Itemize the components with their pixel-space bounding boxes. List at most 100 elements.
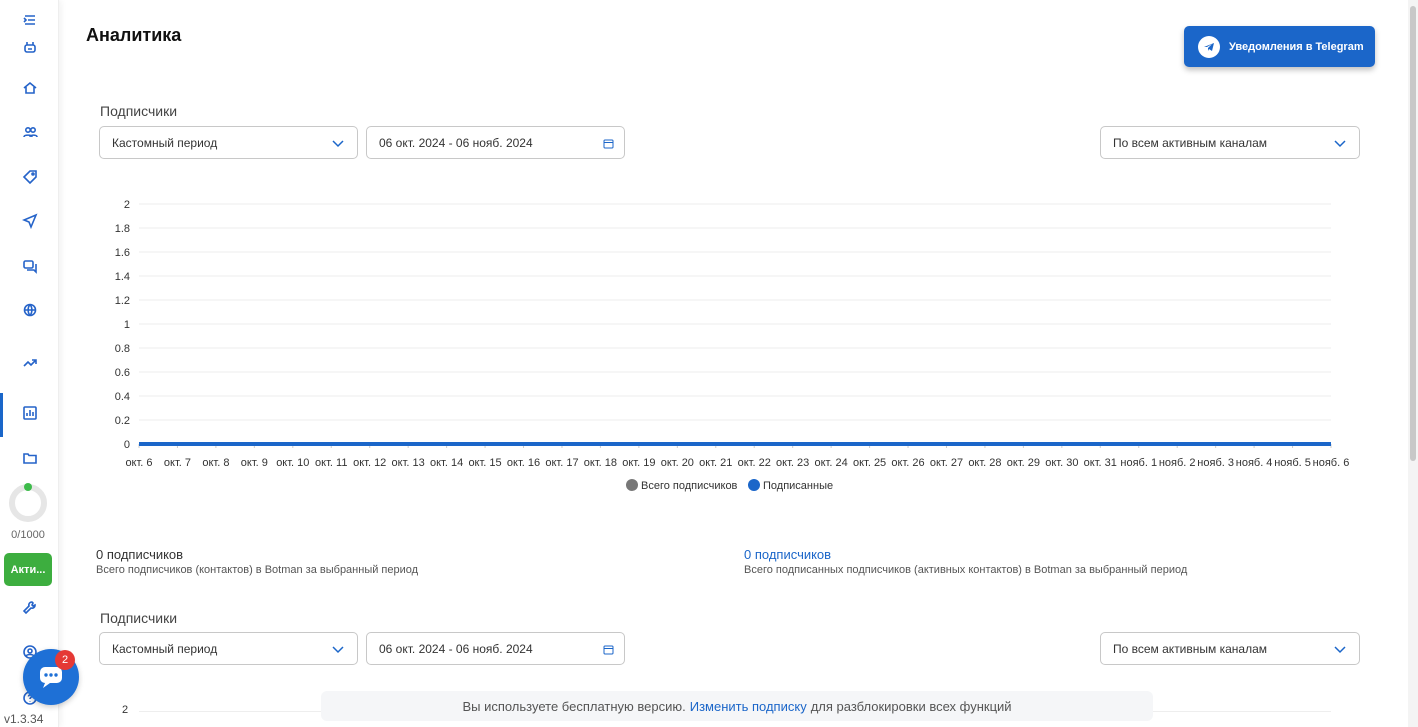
x-tick-label: окт. 29 — [1007, 457, 1040, 469]
legend-marker — [626, 479, 638, 491]
sidebar-item-chats[interactable] — [0, 246, 59, 286]
y-tick-label: 0.4 — [115, 391, 130, 403]
page-title: Аналитика — [86, 25, 182, 45]
y-tick-label: 0.2 — [115, 415, 130, 427]
channel-select-2[interactable]: По всем активным каналам — [1100, 632, 1360, 665]
bar-chart-icon — [22, 406, 37, 420]
x-tick-label: окт. 26 — [891, 457, 924, 469]
y-tick-label: 1 — [124, 319, 130, 331]
y-tick-label: 2 — [124, 199, 130, 211]
section-label-subscribers-2: Подписчики — [100, 610, 178, 626]
subscribers-chart: 0 0.2 0.4 0.6 0.8 1 1.2 1.4 1.6 1.8 2 окт. 6 окт. 7 о… — [115, 199, 1350, 492]
x-tick-label: окт. 17 — [545, 457, 578, 469]
subscriber-limit-text: 0/1000 — [11, 529, 45, 541]
x-tick-label: окт. 24 — [815, 457, 848, 469]
sidebar-item-tags[interactable] — [0, 157, 59, 197]
active-subscribers-desc: Всего подписанных подписчиков (активных … — [744, 564, 1188, 576]
x-tick-label: окт. 16 — [507, 457, 540, 469]
x-tick-label: окт. 27 — [930, 457, 963, 469]
x-tick-label: окт. 22 — [738, 457, 771, 469]
total-subscribers-desc: Всего подписчиков (контактов) в Botman з… — [96, 564, 419, 576]
y-tick-label: 1.4 — [115, 271, 130, 283]
chevron-down-icon — [332, 140, 344, 148]
legend-marker — [748, 479, 760, 491]
channel-select[interactable]: По всем активным каналам — [1100, 126, 1360, 159]
sidebar-item-integrations[interactable] — [0, 290, 59, 330]
usage-progress-indicator — [24, 483, 32, 491]
y-tick-label: 1.8 — [115, 223, 130, 235]
x-tick-label: окт. 11 — [315, 457, 347, 469]
x-tick-label: окт. 25 — [853, 457, 886, 469]
x-tick-label: окт. 30 — [1045, 457, 1078, 469]
x-tick-label: окт. 28 — [968, 457, 1001, 469]
x-tick-label: окт. 6 — [125, 457, 152, 469]
banner-text-suffix: для разблокировки всех функций — [810, 698, 1012, 714]
banner-text: Вы используете бесплатную версию. — [462, 698, 686, 714]
date-range-input-2[interactable]: 06 окт. 2024 - 06 нояб. 2024 — [366, 632, 625, 665]
x-tick-label: нояб. 2 — [1159, 457, 1196, 469]
x-tick-label: окт. 9 — [241, 457, 268, 469]
sidebar-item-analytics[interactable] — [0, 393, 59, 437]
x-tick-label: окт. 10 — [276, 457, 309, 469]
send-icon — [21, 213, 37, 229]
y-tick-label: 0.8 — [115, 343, 130, 355]
channel-select-value: По всем активным каналам — [1113, 135, 1268, 150]
x-tick-label: окт. 23 — [776, 457, 809, 469]
date-range-value: 06 окт. 2024 - 06 нояб. 2024 — [379, 135, 533, 150]
globe-icon — [23, 303, 36, 317]
chat-icon — [22, 260, 37, 274]
sidebar-item-broadcast[interactable] — [0, 201, 59, 241]
sidebar-item-bots[interactable] — [0, 27, 59, 67]
menu-collapse-icon — [22, 15, 35, 25]
x-tick-label: окт. 18 — [584, 457, 617, 469]
date-range-input[interactable]: 06 окт. 2024 - 06 нояб. 2024 — [366, 126, 625, 159]
activate-plan-button[interactable]: Акти... — [4, 553, 52, 586]
legend-label: Всего подписчиков — [641, 480, 738, 492]
folder-icon — [22, 453, 37, 464]
x-tick-label: окт. 13 — [392, 457, 425, 469]
x-tick-label: окт. 21 — [699, 457, 732, 469]
telegram-icon — [1198, 35, 1220, 58]
sidebar: 0/1000 Акти... v1.3.34 — [0, 0, 59, 727]
x-tick-label: окт. 15 — [468, 457, 501, 469]
calendar-icon — [603, 139, 614, 149]
period-select[interactable]: Кастомный период — [99, 126, 358, 159]
trending-icon — [22, 359, 37, 367]
y-tick-label: 0 — [124, 439, 130, 451]
x-tick-label: нояб. 4 — [1236, 457, 1273, 469]
date-range-value: 06 окт. 2024 - 06 нояб. 2024 — [379, 641, 533, 656]
sidebar-item-home[interactable] — [0, 68, 59, 108]
sidebar-item-contacts[interactable] — [0, 112, 59, 152]
sidebar-item-settings[interactable] — [0, 588, 59, 628]
change-subscription-link[interactable]: Изменить подписку — [690, 699, 807, 714]
period-select-2[interactable]: Кастомный период — [99, 632, 358, 665]
channel-select-value: По всем активным каналам — [1113, 641, 1268, 656]
chevron-down-icon — [332, 646, 344, 654]
total-subscribers-value: 0 подписчиков — [96, 547, 184, 562]
x-tick-label: окт. 7 — [164, 457, 191, 469]
x-tick-label: окт. 31 — [1084, 457, 1117, 469]
x-tick-label: окт. 19 — [622, 457, 655, 469]
tag-icon — [22, 170, 37, 185]
sidebar-item-growth[interactable] — [0, 342, 59, 382]
chevron-down-icon — [1334, 140, 1346, 148]
telegram-notifications-button[interactable]: Уведомления в Telegram — [1184, 26, 1375, 67]
x-tick-label: нояб. 3 — [1197, 457, 1234, 469]
x-tick-label: окт. 8 — [202, 457, 229, 469]
users-icon — [22, 126, 38, 138]
x-tick-label: окт. 14 — [430, 457, 463, 469]
chat-unread-badge: 2 — [55, 650, 75, 670]
period-select-value: Кастомный период — [112, 641, 218, 656]
calendar-icon — [603, 645, 614, 655]
bot-icon — [23, 42, 36, 53]
sidebar-item-files[interactable] — [0, 438, 59, 478]
period-select-value: Кастомный период — [112, 135, 218, 150]
section-label-subscribers: Подписчики — [100, 103, 178, 119]
y-tick-label: 1.6 — [115, 247, 130, 259]
y-tick-label: 0.6 — [115, 367, 130, 379]
home-icon — [22, 81, 37, 94]
active-subscribers-value[interactable]: 0 подписчиков — [744, 547, 831, 562]
x-tick-label: нояб. 1 — [1120, 457, 1157, 469]
scrollbar-thumb[interactable] — [1410, 6, 1416, 461]
free-version-banner: Вы используете бесплатную версию. Измени… — [321, 691, 1153, 721]
